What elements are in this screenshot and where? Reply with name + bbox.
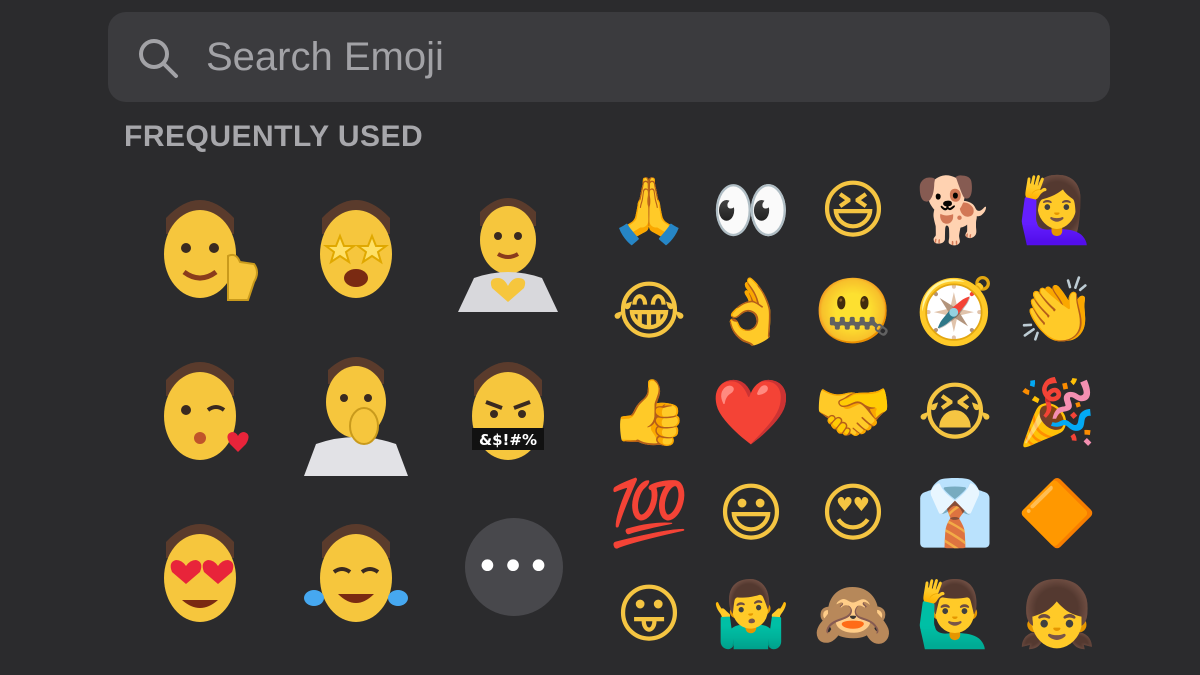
emoji-grid: 🙏 👀 😆 🐕 🙋‍♀️ 😂 👌 🤐 🧭 👏 👍 ❤️ 🤝 😭 🎉 💯 😃 😍 … (598, 160, 1110, 660)
emoji-thumbs-up[interactable]: 👍 (598, 362, 700, 463)
emoji-clapping-hands[interactable]: 👏 (1006, 261, 1108, 362)
emoji-necktie[interactable]: 👔 (904, 463, 1006, 564)
memoji-thinking[interactable] (286, 340, 426, 480)
memoji-tears-of-joy[interactable] (286, 502, 426, 642)
memoji-star-struck[interactable] (286, 178, 426, 318)
emoji-tongue-out[interactable]: 😛 (598, 564, 700, 665)
emoji-zipper-mouth[interactable]: 🤐 (802, 261, 904, 362)
emoji-party-popper[interactable]: 🎉 (1006, 362, 1108, 463)
memoji-heart-eyes[interactable] (130, 502, 270, 642)
emoji-man-shrugging[interactable]: 🤷‍♂️ (700, 564, 802, 665)
search-icon (139, 39, 178, 78)
emoji-eyes[interactable]: 👀 (700, 160, 802, 261)
search-input[interactable] (206, 28, 1066, 86)
emoji-ok-hand[interactable]: 👌 (700, 261, 802, 362)
svg-text:&$!#%: &$!#% (479, 431, 537, 449)
emoji-loudly-crying[interactable]: 😭 (904, 362, 1006, 463)
more-memoji-button[interactable]: ••• (465, 518, 563, 616)
emoji-dog[interactable]: 🐕 (904, 160, 1006, 261)
emoji-red-heart[interactable]: ❤️ (700, 362, 802, 463)
memoji-wink-kiss[interactable] (130, 340, 270, 480)
emoji-see-no-evil-monkey[interactable]: 🙈 (802, 564, 904, 665)
emoji-woman-raising-hand[interactable]: 🙋‍♀️ (1006, 160, 1108, 261)
ellipsis-icon: ••• (475, 544, 553, 590)
section-title-frequently-used: FREQUENTLY USED (124, 120, 424, 153)
memoji-grid: &$!#% ••• (118, 172, 588, 652)
emoji-orange-diamond[interactable]: 🔶 (1006, 463, 1108, 564)
emoji-squinting-face[interactable]: 😆 (802, 160, 904, 261)
memoji-heart-hands[interactable] (438, 178, 578, 318)
memoji-thumbs-up[interactable] (130, 178, 270, 318)
emoji-girl[interactable]: 👧 (1006, 564, 1108, 665)
emoji-grinning-big-eyes[interactable]: 😃 (700, 463, 802, 564)
emoji-man-raising-hand[interactable]: 🙋‍♂️ (904, 564, 1006, 665)
emoji-tears-of-joy[interactable]: 😂 (598, 261, 700, 362)
emoji-handshake[interactable]: 🤝 (802, 362, 904, 463)
memoji-cursing[interactable]: &$!#% (438, 340, 578, 480)
emoji-picker: FREQUENTLY USED (0, 0, 1200, 675)
emoji-heart-eyes[interactable]: 😍 (802, 463, 904, 564)
emoji-compass[interactable]: 🧭 (904, 261, 1006, 362)
emoji-folded-hands[interactable]: 🙏 (598, 160, 700, 261)
emoji-hundred-points[interactable]: 💯 (598, 463, 700, 564)
